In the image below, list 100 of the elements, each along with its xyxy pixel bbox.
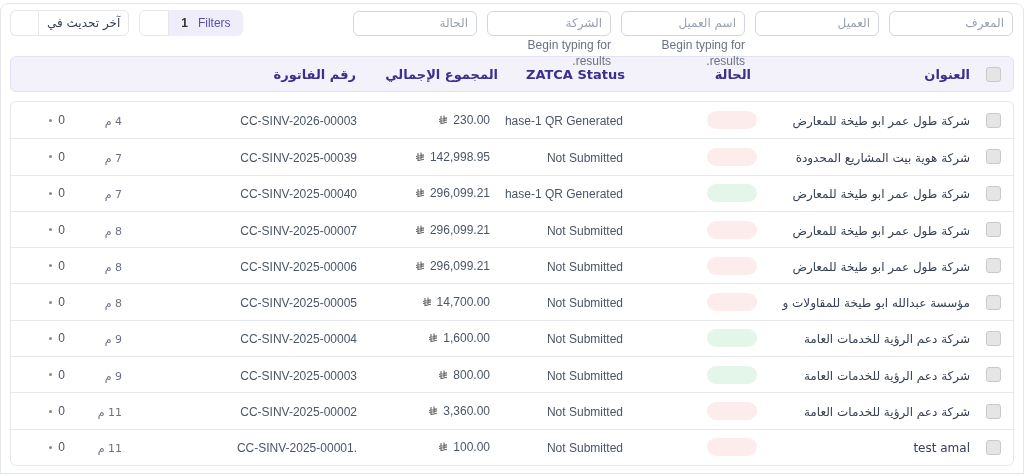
input-field[interactable]: العميل	[755, 10, 879, 36]
checkbox[interactable]	[985, 367, 1001, 383]
comment-count: 0	[58, 185, 65, 203]
table-cell: Not Submitted	[546, 150, 623, 165]
table-cell-text: 100.00	[453, 439, 490, 457]
sort-order-button[interactable]	[10, 10, 38, 36]
title-link[interactable]: شركة طول عمر ابو طيخة للمعارض	[792, 114, 970, 129]
input-field[interactable]: الحالة	[353, 10, 477, 36]
time-text: 7 م	[104, 188, 122, 202]
time-text: 7 م	[104, 151, 122, 165]
table-cell: CC-SINV-2025-00007	[240, 223, 357, 238]
input-field[interactable]: الشركة	[487, 10, 611, 36]
checkbox[interactable]	[985, 439, 1001, 455]
currency-icon	[414, 224, 425, 235]
comment-count: 0	[58, 366, 65, 384]
table-cell: CC-SINV-2025-00039	[240, 150, 357, 165]
table-cell-text: 1,600.00	[443, 330, 490, 348]
column-header: المجموع الإجمالي	[385, 67, 498, 82]
table-cell: CC-SINV-2025-00004	[240, 332, 357, 347]
title-link[interactable]: مؤسسة عبدالله ابو طيخة للمقاولات و	[782, 296, 970, 311]
table-cell-text: 230.00	[453, 112, 490, 130]
title-link[interactable]: شركة هوية بيت المشاريع المحدودة	[795, 150, 970, 165]
table-cell: CC-SINV-2025-00040	[240, 187, 357, 202]
table-cell-text: 800.00	[453, 366, 490, 384]
table-cell: Not Submitted	[546, 332, 623, 347]
checkbox[interactable]	[985, 330, 1001, 346]
table-cell: Not Submitted	[546, 368, 623, 383]
comment-count: 0	[58, 221, 65, 239]
table-cell: CC-SINV-2025-00003	[240, 368, 357, 383]
sort-button[interactable]: آخر تحديث في	[38, 10, 130, 36]
table-cell: hase-1 QR Generated	[504, 187, 623, 202]
time-text: 4 م	[104, 115, 122, 129]
comment-icon	[49, 336, 53, 340]
table-cell: CC-SINV-2025-00002	[240, 405, 357, 419]
currency-icon	[428, 406, 439, 416]
checkbox[interactable]	[985, 149, 1001, 165]
checkbox[interactable]	[985, 403, 1001, 419]
column-header: رقم الفاتورة	[273, 67, 356, 82]
filters-button[interactable]: 1 Filters	[169, 10, 243, 36]
comment-icon	[49, 373, 53, 377]
time-text: 11 م	[97, 406, 122, 419]
time-text: 8 م	[104, 224, 122, 238]
checkbox[interactable]	[985, 258, 1001, 274]
comment-count: 0	[58, 439, 65, 457]
comment-count: 0	[58, 294, 65, 312]
comment-count: 0	[58, 148, 65, 166]
title-link[interactable]: شركة دعم الرؤية للخدمات العامة	[803, 332, 970, 347]
table-cell-text: 296,099.21	[429, 185, 490, 203]
comment-icon	[49, 191, 53, 195]
title-link[interactable]: شركة طول عمر ابو طيخة للمعارض	[792, 259, 970, 274]
comment-icon	[49, 445, 53, 449]
comment-count: 0	[58, 330, 65, 348]
table-cell-text: 3,360.00	[443, 403, 490, 420]
clear-filters-button[interactable]	[139, 10, 170, 36]
checkbox[interactable]	[985, 66, 1001, 82]
time-text: 9 م	[104, 333, 122, 347]
comment-count: 0	[58, 112, 65, 130]
currency-icon	[414, 188, 425, 199]
table-cell-text: 296,099.21	[429, 257, 490, 275]
currency-icon	[414, 151, 425, 162]
title-link[interactable]: شركة طول عمر ابو طيخة للمعارض	[792, 223, 970, 238]
title-link[interactable]: شركة طول عمر ابو طيخة للمعارض	[792, 187, 970, 202]
table-cell: Not Submitted	[546, 259, 623, 274]
table-cell: CC-SINV-2025-00006	[240, 259, 357, 274]
comment-icon	[49, 118, 53, 122]
table-cell: Not Submitted	[546, 223, 623, 238]
time-text: 11 م	[97, 442, 122, 456]
checkbox[interactable]	[985, 222, 1001, 238]
currency-icon	[414, 260, 425, 271]
checkbox[interactable]	[985, 185, 1001, 201]
comment-icon	[49, 300, 53, 304]
currency-icon	[438, 115, 449, 126]
currency-icon	[421, 297, 432, 308]
comment-icon	[49, 264, 53, 268]
title-link[interactable]: شركة دعم الرؤية للخدمات العامة	[803, 368, 970, 383]
comment-icon	[49, 155, 53, 159]
currency-icon	[438, 369, 449, 380]
column-header: ZATCA Status	[525, 67, 625, 82]
time-text: 8 م	[104, 297, 122, 311]
table-cell: CC-SINV-2025-00001.	[236, 441, 357, 456]
input-field[interactable]: المعرف	[889, 10, 1013, 36]
hint-text: Begin typing for results.	[526, 37, 611, 70]
currency-icon	[428, 333, 439, 344]
hint-text: Begin typing for results.	[660, 37, 745, 69]
comment-count: 0	[58, 403, 65, 420]
checkbox[interactable]	[985, 294, 1001, 310]
input-field[interactable]: اسم العميل	[621, 10, 745, 36]
table-cell-text: 296,099.21	[429, 221, 490, 239]
table-cell: hase-1 QR Generated	[504, 114, 623, 129]
table-cell: Not Submitted	[546, 441, 623, 456]
comment-icon	[49, 228, 53, 232]
title-link[interactable]: شركة دعم الرؤية للخدمات العامة	[803, 405, 970, 419]
checkbox[interactable]	[985, 112, 1001, 128]
time-text: 8 م	[104, 260, 122, 274]
time-text: 9 م	[104, 369, 122, 383]
comment-count: 0	[58, 257, 65, 275]
title-link[interactable]: test amal	[913, 441, 970, 456]
column-header: الحالة	[714, 67, 751, 82]
table-cell: Not Submitted	[546, 296, 623, 311]
table-cell: CC-SINV-2025-00005	[240, 296, 357, 311]
